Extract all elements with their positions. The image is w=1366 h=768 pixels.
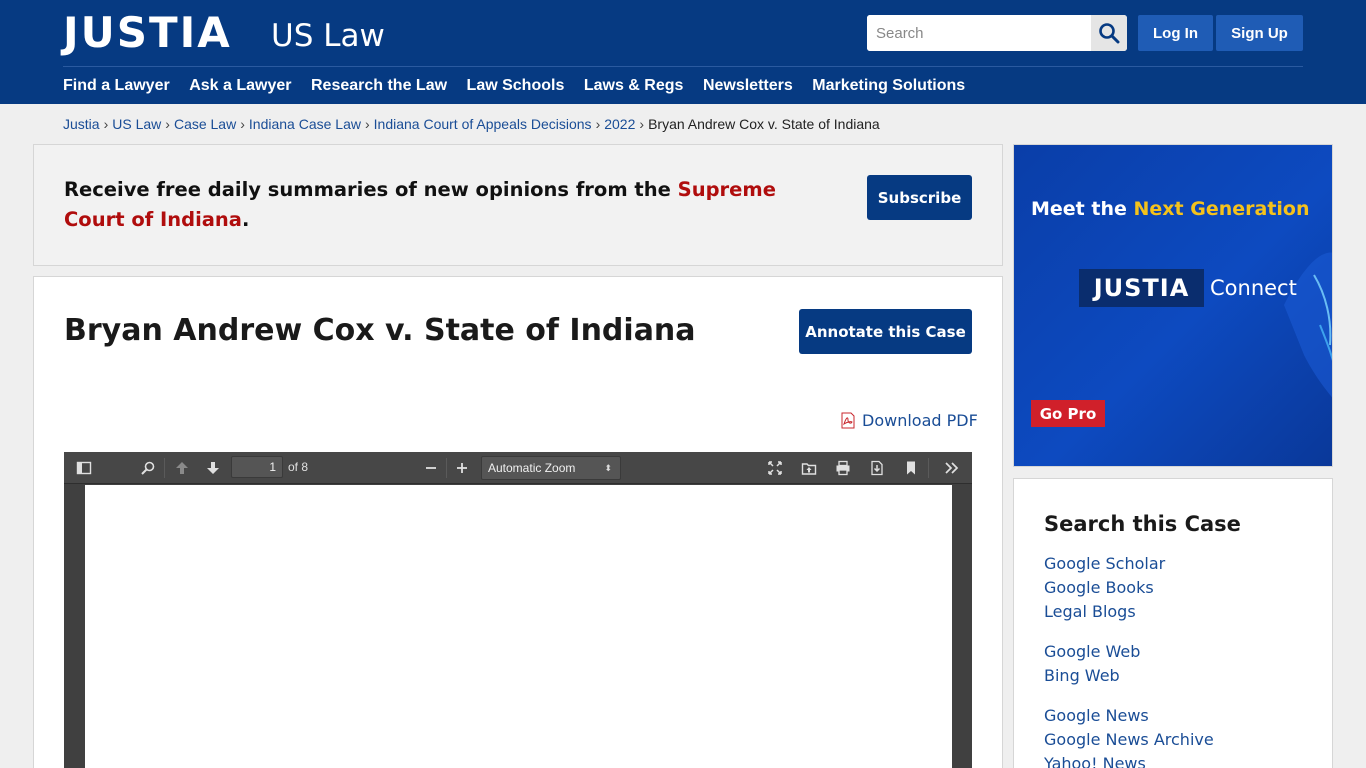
search-case-title: Search this Case [1044,512,1241,536]
breadcrumb-link[interactable]: Case Law [174,116,236,132]
subscribe-button[interactable]: Subscribe [867,175,972,220]
nav-newsletters[interactable]: Newsletters [703,76,793,96]
print-icon[interactable] [835,460,851,476]
google-news-link[interactable]: Google News [1044,704,1149,728]
breadcrumb-separator: › [364,116,370,132]
download-pdf-link[interactable]: Download PDF [840,409,978,431]
ad-headline: Meet the Next Generation [1031,196,1310,222]
select-arrows-icon: ⬍ [604,463,612,473]
sidebar-toggle-icon[interactable] [76,460,92,476]
nav-find-a-lawyer[interactable]: Find a Lawyer [63,76,170,96]
site-search [867,15,1127,51]
find-icon[interactable] [140,460,156,476]
zoom-select[interactable]: Automatic Zoom ⬍ [481,456,621,480]
ad-headline-text: Meet the [1031,198,1134,220]
signup-button[interactable]: Sign Up [1216,15,1303,51]
subscribe-period: . [241,208,250,231]
breadcrumb-separator: › [103,116,109,132]
breadcrumb-separator: › [165,116,170,132]
nav-laws-regs[interactable]: Laws & Regs [584,76,684,96]
pdf-toolbar: 1 of 8 Automatic Zoom ⬍ [64,452,972,484]
breadcrumb: Justia › US Law › Case Law › Indiana Case Law ›… [63,116,880,132]
justia-logo[interactable]: JUSTIA [63,10,232,56]
next-page-icon[interactable] [205,460,221,476]
justia-connect-ad[interactable]: Meet the Next Generation JUSTIA Connect … [1013,144,1333,467]
bookmark-icon[interactable] [903,460,919,476]
login-button[interactable]: Log In [1138,15,1213,51]
breadcrumb-link[interactable]: Indiana Court of Appeals Decisions [374,116,592,132]
breadcrumb-separator: › [595,116,601,132]
nav-ask-a-lawyer[interactable]: Ask a Lawyer [189,76,291,96]
google-scholar-link[interactable]: Google Scholar [1044,552,1165,576]
pdf-viewer: 1 of 8 Automatic Zoom ⬍ [64,452,972,768]
page-count: of 8 [288,460,309,474]
yahoo-news-link[interactable]: Yahoo! News [1044,752,1146,768]
case-panel: Bryan Andrew Cox v. State of Indiana Ann… [33,276,1003,768]
connect-label: Connect [1210,276,1297,300]
case-title: Bryan Andrew Cox v. State of Indiana [64,313,696,348]
open-file-icon[interactable] [801,460,817,476]
subscribe-message: Receive free daily summaries of new opin… [64,175,804,235]
subscribe-panel: Receive free daily summaries of new opin… [33,144,1003,266]
download-icon[interactable] [869,460,885,476]
main-nav: Find a Lawyer Ask a Lawyer Research the … [63,76,985,96]
breadcrumb-separator: › [639,116,645,132]
ad-headline-highlight: Next Generation [1133,198,1310,220]
nav-marketing-solutions[interactable]: Marketing Solutions [812,76,965,96]
pdf-page[interactable] [85,485,952,768]
breadcrumb-link[interactable]: US Law [112,116,161,132]
search-this-case-panel: Search this Case Google Scholar Google B… [1013,478,1333,768]
header-divider [63,66,1303,67]
toolbar-separator [164,458,165,478]
breadcrumb-link[interactable]: 2022 [604,116,635,132]
zoom-in-icon[interactable] [454,460,470,476]
search-input[interactable] [867,15,1091,51]
pdf-icon [841,412,855,428]
bing-web-link[interactable]: Bing Web [1044,664,1120,688]
search-icon [1099,23,1120,44]
google-books-link[interactable]: Google Books [1044,576,1154,600]
google-news-archive-link[interactable]: Google News Archive [1044,728,1214,752]
subscribe-text: Receive free daily summaries of new opin… [64,178,678,201]
go-pro-button[interactable]: Go Pro [1031,400,1105,427]
site-header: JUSTIA US Law Log In Sign Up Find a Lawy… [0,0,1366,104]
nav-research-the-law[interactable]: Research the Law [311,76,447,96]
google-web-link[interactable]: Google Web [1044,640,1140,664]
search-button[interactable] [1091,15,1127,51]
zoom-out-icon[interactable] [423,460,439,476]
annotate-case-button[interactable]: Annotate this Case [799,309,972,354]
toolbar-separator [446,458,447,478]
us-law-label[interactable]: US Law [271,16,385,56]
breadcrumb-current: Bryan Andrew Cox v. State of Indiana [648,116,880,132]
presentation-mode-icon[interactable] [767,460,783,476]
previous-page-icon[interactable] [174,460,190,476]
legal-blogs-link[interactable]: Legal Blogs [1044,600,1136,624]
tools-chevron-icon[interactable] [944,460,960,476]
breadcrumb-link[interactable]: Indiana Case Law [249,116,361,132]
breadcrumb-link[interactable]: Justia [63,116,100,132]
page-number-input[interactable]: 1 [231,456,283,478]
download-pdf-label: Download PDF [862,410,978,430]
breadcrumb-separator: › [240,116,245,132]
justia-connect-logo: JUSTIA [1079,269,1204,307]
nav-law-schools[interactable]: Law Schools [467,76,565,96]
zoom-value: Automatic Zoom [488,461,576,475]
toolbar-separator [928,458,929,478]
